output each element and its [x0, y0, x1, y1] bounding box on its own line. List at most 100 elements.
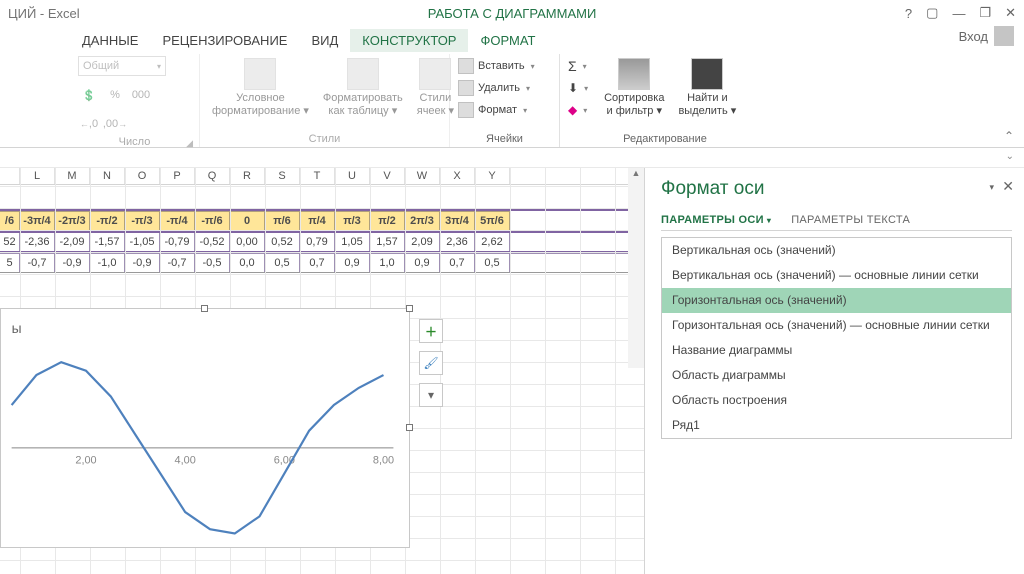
tab-design[interactable]: КОНСТРУКТОР — [350, 29, 468, 52]
inc-dec-label: ,0 — [89, 118, 98, 130]
chart-element-item[interactable]: Горизонтальная ось (значений) — [662, 288, 1011, 313]
tab-format[interactable]: ФОРМАТ — [468, 29, 547, 52]
format-as-table-button[interactable]: Форматировать как таблицу ▾ — [319, 56, 407, 119]
chevron-down-icon: ▾ — [583, 62, 587, 71]
percent-format-button[interactable]: % — [104, 85, 126, 105]
login-label[interactable]: Вход — [959, 29, 988, 44]
ribbon-display-options-icon[interactable]: ▢ — [926, 5, 938, 21]
cell-styles-icon — [419, 58, 451, 90]
conditional-formatting-button[interactable]: Условное форматирование ▾ — [208, 56, 313, 119]
embedded-chart[interactable]: ы 2,004,006,008,00 ＋ 🖌 ▾ — [0, 308, 410, 548]
format-icon — [458, 102, 474, 118]
resize-handle[interactable] — [201, 305, 208, 312]
tab-view[interactable]: ВИД — [299, 29, 350, 52]
format-as-table-icon — [347, 58, 379, 90]
help-icon[interactable]: ? — [905, 6, 912, 21]
collapse-ribbon-icon[interactable]: ⌃ — [1004, 129, 1014, 143]
brush-icon: 🖌 — [423, 356, 438, 370]
number-format-combo[interactable]: Общий ▾ — [78, 56, 166, 76]
chart-element-item[interactable]: Вертикальная ось (значений) — основные л… — [662, 263, 1011, 288]
resize-handle[interactable] — [406, 424, 413, 431]
chevron-down-icon: ▾ — [523, 106, 527, 115]
axis-tab-label: ПАРАМЕТРЫ ОСИ — [661, 214, 764, 226]
chevron-down-icon: ▾ — [767, 216, 771, 225]
minimize-icon[interactable]: — — [952, 6, 965, 21]
insert-cells-button[interactable]: Вставить ▾ — [458, 56, 535, 76]
plus-icon: ＋ — [425, 323, 437, 340]
tab-review[interactable]: РЕЦЕНЗИРОВАНИЕ — [150, 29, 299, 52]
svg-text:8,00: 8,00 — [373, 455, 394, 467]
chart-title: ы — [12, 320, 22, 336]
chevron-down-icon: ▾ — [531, 62, 535, 71]
insert-label: Вставить — [478, 60, 525, 72]
chart-element-item[interactable]: Название диаграммы — [662, 338, 1011, 363]
document-title: ЦИЙ - Excel — [8, 6, 80, 21]
styles-group-label: Стили — [208, 133, 441, 145]
clear-button[interactable]: ◆▾ — [568, 100, 588, 120]
delete-cells-button[interactable]: Удалить ▾ — [458, 78, 535, 98]
number-format-value: Общий — [83, 60, 119, 72]
funnel-icon: ▾ — [428, 388, 434, 402]
conditional-formatting-icon — [244, 58, 276, 90]
format-label: Формат — [478, 104, 517, 116]
format-axis-pane: ▾ ✕ Формат оси ПАРАМЕТРЫ ОСИ▾ ПАРАМЕТРЫ … — [644, 168, 1024, 574]
close-pane-icon[interactable]: ✕ — [1002, 178, 1014, 195]
chart-styles-button[interactable]: 🖌 — [419, 351, 443, 375]
binoculars-icon — [691, 58, 723, 90]
find-1: Найти и — [687, 92, 728, 105]
svg-text:4,00: 4,00 — [175, 455, 196, 467]
sort-filter-button[interactable]: Сортировка и фильтр ▾ — [600, 56, 668, 119]
format-cells-button[interactable]: Формат ▾ — [458, 100, 535, 120]
svg-text:2,00: 2,00 — [75, 455, 96, 467]
resize-handle[interactable] — [406, 305, 413, 312]
tab-data[interactable]: ДАННЫЕ — [70, 29, 150, 52]
sort-filter-icon — [618, 58, 650, 90]
chevron-down-icon: ▾ — [526, 84, 530, 93]
decrease-decimal-button[interactable]: ,00→ — [104, 114, 126, 134]
find-2: выделить — [678, 105, 727, 117]
cell-styles-2: ячеек — [417, 105, 446, 117]
text-options-tab[interactable]: ПАРАМЕТРЫ ТЕКСТА — [791, 210, 910, 230]
chart-element-item[interactable]: Ряд1 — [662, 413, 1011, 438]
number-group-label: Число — [119, 136, 151, 148]
chart-element-item[interactable]: Горизонтальная ось (значений) — основные… — [662, 313, 1011, 338]
chart-element-item[interactable]: Вертикальная ось (значений) — [662, 238, 1011, 263]
vertical-scrollbar[interactable]: ▲ — [628, 168, 644, 368]
close-window-icon[interactable]: ✕ — [1005, 5, 1016, 21]
dec-dec-label: ,00 — [103, 118, 118, 130]
fmt-table-2: как таблицу — [328, 105, 388, 117]
comma-format-button[interactable]: 000 — [130, 85, 152, 105]
fill-button[interactable]: ⬇▾ — [568, 78, 588, 98]
autosum-button[interactable]: Σ▾ — [568, 56, 588, 76]
cells-group-label: Ячейки — [458, 133, 551, 145]
restore-icon[interactable]: ❐ — [979, 5, 991, 21]
context-tab-group-title: РАБОТА С ДИАГРАММАМИ — [0, 6, 1024, 21]
find-select-button[interactable]: Найти и выделить ▾ — [674, 56, 740, 119]
scroll-up-icon[interactable]: ▲ — [628, 168, 644, 184]
axis-options-tab[interactable]: ПАРАМЕТРЫ ОСИ▾ — [661, 210, 771, 230]
pane-options-icon[interactable]: ▾ — [989, 182, 994, 193]
accounting-format-button[interactable]: 💲 — [78, 85, 100, 105]
chart-elements-button[interactable]: ＋ — [419, 319, 443, 343]
chart-elements-list: Вертикальная ось (значений)Вертикальная … — [661, 237, 1012, 439]
insert-icon — [458, 58, 474, 74]
cond-fmt-1: Условное — [236, 92, 285, 105]
cell-styles-button[interactable]: Стили ячеек ▾ — [413, 56, 458, 119]
cell-styles-1: Стили — [420, 92, 452, 105]
sort-1: Сортировка — [604, 92, 664, 105]
chart-element-item[interactable]: Область диаграммы — [662, 363, 1011, 388]
cond-fmt-2: форматирование — [212, 105, 300, 117]
sort-2: и фильтр — [607, 105, 654, 117]
formula-bar-expand-icon[interactable]: ⌄ — [1006, 151, 1014, 162]
chevron-down-icon: ▾ — [583, 106, 587, 115]
chevron-down-icon: ▾ — [584, 84, 588, 93]
delete-label: Удалить — [478, 82, 520, 94]
fmt-table-1: Форматировать — [323, 92, 403, 105]
chevron-down-icon: ▾ — [157, 62, 161, 71]
avatar-placeholder-icon[interactable] — [994, 26, 1014, 46]
chart-filters-button[interactable]: ▾ — [419, 383, 443, 407]
format-pane-title: Формат оси — [661, 178, 1012, 200]
chart-element-item[interactable]: Область построения — [662, 388, 1011, 413]
editing-group-label: Редактирование — [568, 133, 762, 145]
increase-decimal-button[interactable]: ←,0 — [78, 114, 100, 134]
